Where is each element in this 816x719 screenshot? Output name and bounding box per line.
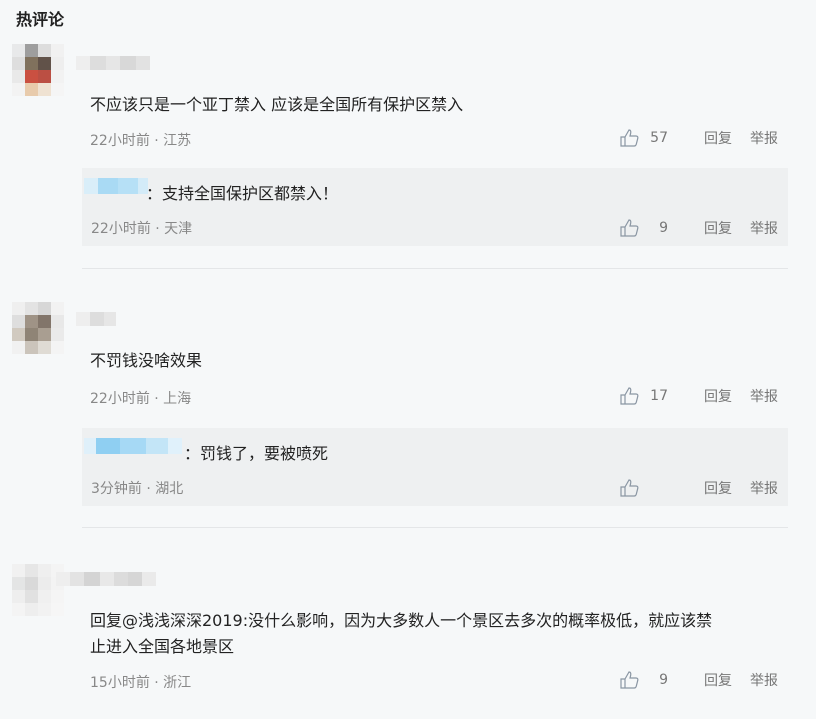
comment-content-line2: 止进入全国各地景区 xyxy=(90,637,235,656)
reply-meta: 22小时前 · 天津 xyxy=(91,221,193,237)
reply-meta: 3分钟前 · 湖北 xyxy=(91,481,184,497)
user-avatar[interactable] xyxy=(12,44,64,104)
report-button[interactable]: 举报 xyxy=(750,670,778,690)
comment-item: 不应该只是一个亚丁禁入 应该是全国所有保护区禁入 22小时前 · 江苏 57 回… xyxy=(0,44,816,270)
thumbs-up-icon xyxy=(620,219,639,237)
like-button[interactable]: 9 xyxy=(620,671,668,689)
reply-actions: 回复 举报 xyxy=(620,478,778,498)
comment-actions: 17 回复 举报 xyxy=(620,386,778,406)
comment-item: 不罚钱没啥效果 22小时前 · 上海 17 回复 举报 ：罚钱了，要被喷死 3分… xyxy=(0,298,816,528)
like-button[interactable]: 57 xyxy=(620,129,668,147)
report-button[interactable]: 举报 xyxy=(750,478,778,498)
comment-meta: 22小时前 · 江苏 xyxy=(90,133,192,149)
reply-text: ：罚钱了，要被喷死 xyxy=(184,444,329,463)
comment-meta: 22小时前 · 上海 xyxy=(90,391,192,407)
thumbs-up-icon xyxy=(620,671,639,689)
hot-comments-title: 热评论 xyxy=(16,10,65,29)
report-button[interactable]: 举报 xyxy=(750,386,778,406)
thumbs-up-icon xyxy=(620,387,639,405)
thumbs-up-icon xyxy=(620,479,639,497)
like-count: 57 xyxy=(650,130,668,146)
like-button[interactable] xyxy=(620,479,668,497)
report-button[interactable]: 举报 xyxy=(750,218,778,238)
reply-button[interactable]: 回复 xyxy=(704,218,732,238)
comment-divider xyxy=(82,268,788,269)
reply-button[interactable]: 回复 xyxy=(704,670,732,690)
comment-item: 回复@浅浅深深2019:没什么影响，因为大多数人一个景区去多次的概率极低，就应该… xyxy=(0,560,816,710)
reply-button[interactable]: 回复 xyxy=(704,386,732,406)
comment-content: 不罚钱没啥效果 xyxy=(90,351,203,370)
reply-actions: 9 回复 举报 xyxy=(620,218,778,238)
thumbs-up-icon xyxy=(620,129,639,147)
like-count: 9 xyxy=(659,672,668,688)
reply-button[interactable]: 回复 xyxy=(704,478,732,498)
like-count: 9 xyxy=(659,220,668,236)
username-blurred[interactable] xyxy=(76,56,150,70)
like-button[interactable]: 9 xyxy=(620,219,668,237)
username-blurred[interactable] xyxy=(76,312,116,326)
like-count: 17 xyxy=(650,388,668,404)
user-avatar[interactable] xyxy=(12,302,64,362)
comment-divider xyxy=(82,527,788,528)
comment-meta: 15小时前 · 浙江 xyxy=(90,675,192,691)
comment-content-line1: 回复@浅浅深深2019:没什么影响，因为大多数人一个景区去多次的概率极低，就应该… xyxy=(90,611,713,630)
comment-actions: 57 回复 举报 xyxy=(620,128,778,148)
username-blurred[interactable] xyxy=(56,572,156,586)
report-button[interactable]: 举报 xyxy=(750,128,778,148)
like-button[interactable]: 17 xyxy=(620,387,668,405)
comment-content: 不应该只是一个亚丁禁入 应该是全国所有保护区禁入 xyxy=(90,95,464,114)
reply-username-blurred[interactable] xyxy=(84,438,182,454)
comment-actions: 9 回复 举报 xyxy=(620,670,778,690)
reply-block: ：罚钱了，要被喷死 3分钟前 · 湖北 回复 举报 xyxy=(82,428,788,506)
reply-username-blurred[interactable] xyxy=(84,178,148,194)
reply-text: ：支持全国保护区都禁入！ xyxy=(146,184,339,203)
reply-block: ：支持全国保护区都禁入！ 22小时前 · 天津 9 回复 举报 xyxy=(82,168,788,246)
reply-button[interactable]: 回复 xyxy=(704,128,732,148)
